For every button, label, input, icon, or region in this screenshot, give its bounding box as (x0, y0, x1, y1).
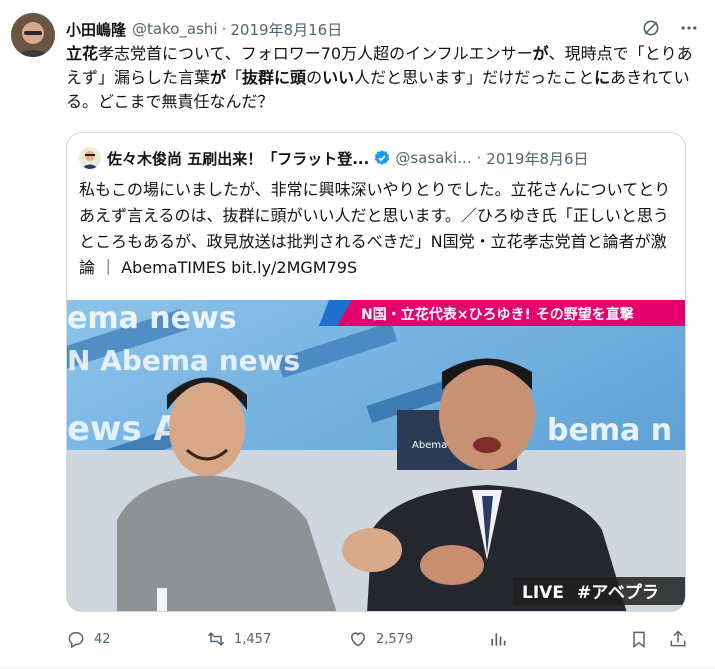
bg-text-2: N Abema news (67, 344, 300, 377)
tweet[interactable]: 小田嶋隆 @tako_ashi · 2019年8月16日 立花孝志党首について、… (0, 0, 715, 669)
live-label: LIVE (522, 583, 564, 603)
tweet-text-segment: が (532, 44, 549, 63)
quoted-author-handle[interactable]: @sasaki... (395, 149, 471, 167)
reply-icon (68, 632, 84, 649)
bg-text-4: bema n (547, 413, 672, 448)
media-image: ema news N Abema news ews A bema n N国・立花… (67, 300, 685, 611)
reply-count: 42 (94, 631, 111, 647)
tweet-text-segment: が (210, 68, 227, 87)
quoted-tweet-header: 佐々木俊尚 五刷出来！「フラット登... @sasaki... · 2019年8… (79, 147, 675, 169)
author-avatar[interactable] (11, 13, 55, 57)
views-button[interactable] (488, 624, 508, 654)
bar-chart-icon (491, 633, 506, 646)
tweet-text-segment: 孝志党首について、フォロワー70万人超のインフルエンサー (98, 44, 533, 63)
tweet-text-segment: に (594, 68, 611, 87)
slash-circle-icon[interactable] (639, 16, 663, 40)
tweet-text-segment: 立花 (66, 44, 99, 63)
quoted-author-avatar[interactable] (79, 147, 101, 169)
tweet-text-segment: 「 (226, 68, 243, 87)
quoted-tweet-text: 私もこの場にいましたが、非常に興味深いやりとりでした。立花さんについてとりあえず… (79, 180, 671, 277)
share-button[interactable] (668, 624, 688, 654)
tweet-date[interactable]: 2019年8月16日 (230, 19, 342, 40)
media-banner: N国・立花代表×ひろゆき! その野望を直撃 (361, 306, 634, 323)
tweet-text-segment: いい (322, 68, 355, 87)
share-icon (670, 630, 686, 647)
like-count: 2,579 (376, 631, 414, 647)
quoted-tweet[interactable]: 佐々木俊尚 五刷出来！「フラット登... @sasaki... · 2019年8… (66, 132, 686, 612)
tweet-actions: 42 1,457 2,579 (66, 624, 694, 654)
separator: · (476, 149, 482, 167)
quoted-author-name[interactable]: 佐々木俊尚 五刷出来！「フラット登... (107, 148, 369, 169)
tweet-header: 小田嶋隆 @tako_ashi · 2019年8月16日 (66, 18, 342, 40)
bg-text-1: ema news (67, 301, 237, 336)
author-name[interactable]: 小田嶋隆 (66, 19, 126, 40)
author-handle[interactable]: @tako_ashi (132, 20, 218, 38)
quoted-tweet-media[interactable]: ema news N Abema news ews A bema n N国・立花… (67, 300, 685, 611)
tweet-text: 立花孝志党首について、フォロワー70万人超のインフルエンサーが、現時点で「とりあ… (66, 42, 694, 114)
verified-badge-icon (373, 149, 391, 167)
tweet-top-actions (639, 16, 701, 40)
hashtag-label: #アベプラ (577, 582, 659, 603)
separator: · (221, 20, 227, 38)
retweet-icon (207, 632, 225, 646)
more-dots-icon[interactable] (677, 16, 701, 40)
reply-button[interactable]: 42 (66, 624, 111, 654)
tweet-text-segment: 抜群に頭 (242, 68, 307, 87)
bg-text-3: ews A (67, 409, 181, 449)
retweet-button[interactable]: 1,457 (206, 624, 271, 654)
like-button[interactable]: 2,579 (348, 624, 413, 654)
heart-icon (350, 632, 366, 647)
bookmark-icon (633, 631, 645, 648)
bookmark-button[interactable] (629, 624, 649, 654)
tweet-text-segment: 人だと思います」だけだったこと (354, 68, 595, 87)
quoted-tweet-date[interactable]: 2019年8月6日 (486, 148, 588, 169)
retweet-count: 1,457 (234, 631, 272, 647)
tweet-text-segment: の (306, 68, 323, 87)
